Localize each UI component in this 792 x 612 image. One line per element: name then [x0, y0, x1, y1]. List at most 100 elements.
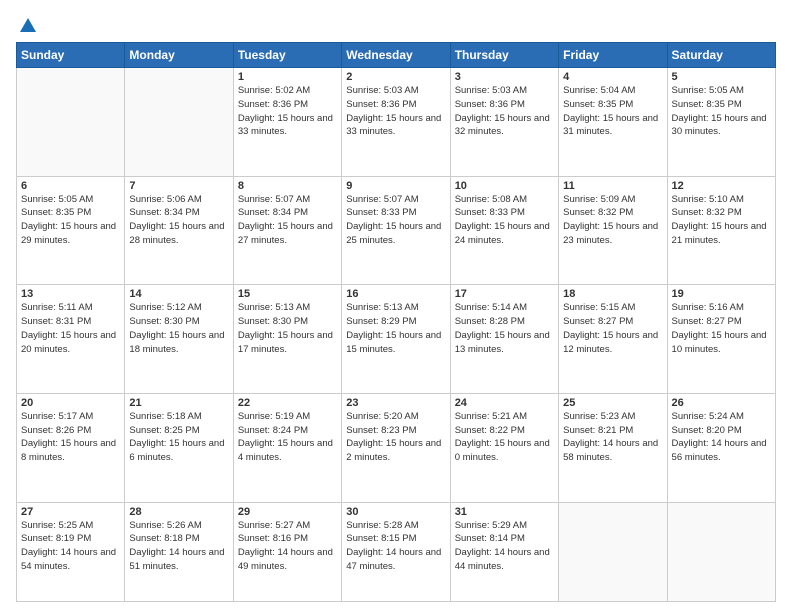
- calendar-cell: 22Sunrise: 5:19 AM Sunset: 8:24 PM Dayli…: [233, 393, 341, 502]
- calendar-cell: 29Sunrise: 5:27 AM Sunset: 8:16 PM Dayli…: [233, 502, 341, 602]
- day-number: 24: [455, 397, 554, 409]
- day-number: 7: [129, 180, 228, 192]
- day-number: 12: [672, 180, 771, 192]
- day-info: Sunrise: 5:02 AM Sunset: 8:36 PM Dayligh…: [238, 84, 337, 139]
- calendar-cell: 25Sunrise: 5:23 AM Sunset: 8:21 PM Dayli…: [559, 393, 667, 502]
- day-info: Sunrise: 5:21 AM Sunset: 8:22 PM Dayligh…: [455, 410, 554, 465]
- day-info: Sunrise: 5:24 AM Sunset: 8:20 PM Dayligh…: [672, 410, 771, 465]
- day-number: 22: [238, 397, 337, 409]
- calendar-week-row: 6Sunrise: 5:05 AM Sunset: 8:35 PM Daylig…: [17, 176, 776, 285]
- day-number: 18: [563, 288, 662, 300]
- day-info: Sunrise: 5:13 AM Sunset: 8:30 PM Dayligh…: [238, 301, 337, 356]
- day-info: Sunrise: 5:25 AM Sunset: 8:19 PM Dayligh…: [21, 519, 120, 574]
- calendar-cell: 10Sunrise: 5:08 AM Sunset: 8:33 PM Dayli…: [450, 176, 558, 285]
- day-number: 15: [238, 288, 337, 300]
- day-info: Sunrise: 5:06 AM Sunset: 8:34 PM Dayligh…: [129, 193, 228, 248]
- calendar-week-row: 13Sunrise: 5:11 AM Sunset: 8:31 PM Dayli…: [17, 285, 776, 394]
- calendar-cell: 17Sunrise: 5:14 AM Sunset: 8:28 PM Dayli…: [450, 285, 558, 394]
- day-number: 19: [672, 288, 771, 300]
- page: SundayMondayTuesdayWednesdayThursdayFrid…: [0, 0, 792, 612]
- calendar-cell: 1Sunrise: 5:02 AM Sunset: 8:36 PM Daylig…: [233, 68, 341, 177]
- day-number: 14: [129, 288, 228, 300]
- calendar-cell: 13Sunrise: 5:11 AM Sunset: 8:31 PM Dayli…: [17, 285, 125, 394]
- day-number: 17: [455, 288, 554, 300]
- day-number: 27: [21, 506, 120, 518]
- calendar-cell: 18Sunrise: 5:15 AM Sunset: 8:27 PM Dayli…: [559, 285, 667, 394]
- logo: [16, 16, 38, 36]
- day-info: Sunrise: 5:09 AM Sunset: 8:32 PM Dayligh…: [563, 193, 662, 248]
- day-info: Sunrise: 5:07 AM Sunset: 8:34 PM Dayligh…: [238, 193, 337, 248]
- calendar-cell: 9Sunrise: 5:07 AM Sunset: 8:33 PM Daylig…: [342, 176, 450, 285]
- day-info: Sunrise: 5:05 AM Sunset: 8:35 PM Dayligh…: [672, 84, 771, 139]
- day-info: Sunrise: 5:26 AM Sunset: 8:18 PM Dayligh…: [129, 519, 228, 574]
- day-number: 1: [238, 71, 337, 83]
- day-number: 21: [129, 397, 228, 409]
- day-number: 11: [563, 180, 662, 192]
- calendar-table: SundayMondayTuesdayWednesdayThursdayFrid…: [16, 42, 776, 602]
- day-number: 5: [672, 71, 771, 83]
- calendar-cell: 11Sunrise: 5:09 AM Sunset: 8:32 PM Dayli…: [559, 176, 667, 285]
- calendar-cell: 6Sunrise: 5:05 AM Sunset: 8:35 PM Daylig…: [17, 176, 125, 285]
- calendar-cell: 30Sunrise: 5:28 AM Sunset: 8:15 PM Dayli…: [342, 502, 450, 602]
- day-header-sunday: Sunday: [17, 43, 125, 68]
- day-number: 13: [21, 288, 120, 300]
- calendar-cell: 21Sunrise: 5:18 AM Sunset: 8:25 PM Dayli…: [125, 393, 233, 502]
- calendar-cell: 20Sunrise: 5:17 AM Sunset: 8:26 PM Dayli…: [17, 393, 125, 502]
- day-number: 8: [238, 180, 337, 192]
- day-number: 9: [346, 180, 445, 192]
- day-info: Sunrise: 5:15 AM Sunset: 8:27 PM Dayligh…: [563, 301, 662, 356]
- day-info: Sunrise: 5:19 AM Sunset: 8:24 PM Dayligh…: [238, 410, 337, 465]
- calendar-cell: 14Sunrise: 5:12 AM Sunset: 8:30 PM Dayli…: [125, 285, 233, 394]
- day-number: 6: [21, 180, 120, 192]
- calendar-cell: 26Sunrise: 5:24 AM Sunset: 8:20 PM Dayli…: [667, 393, 775, 502]
- day-info: Sunrise: 5:03 AM Sunset: 8:36 PM Dayligh…: [455, 84, 554, 139]
- day-number: 25: [563, 397, 662, 409]
- day-number: 4: [563, 71, 662, 83]
- day-info: Sunrise: 5:11 AM Sunset: 8:31 PM Dayligh…: [21, 301, 120, 356]
- day-header-wednesday: Wednesday: [342, 43, 450, 68]
- day-number: 28: [129, 506, 228, 518]
- day-number: 16: [346, 288, 445, 300]
- calendar-cell: 5Sunrise: 5:05 AM Sunset: 8:35 PM Daylig…: [667, 68, 775, 177]
- day-info: Sunrise: 5:05 AM Sunset: 8:35 PM Dayligh…: [21, 193, 120, 248]
- day-info: Sunrise: 5:29 AM Sunset: 8:14 PM Dayligh…: [455, 519, 554, 574]
- calendar-cell: 27Sunrise: 5:25 AM Sunset: 8:19 PM Dayli…: [17, 502, 125, 602]
- calendar-cell: [559, 502, 667, 602]
- day-info: Sunrise: 5:16 AM Sunset: 8:27 PM Dayligh…: [672, 301, 771, 356]
- day-info: Sunrise: 5:13 AM Sunset: 8:29 PM Dayligh…: [346, 301, 445, 356]
- calendar-cell: 19Sunrise: 5:16 AM Sunset: 8:27 PM Dayli…: [667, 285, 775, 394]
- calendar-cell: [667, 502, 775, 602]
- day-header-thursday: Thursday: [450, 43, 558, 68]
- day-info: Sunrise: 5:27 AM Sunset: 8:16 PM Dayligh…: [238, 519, 337, 574]
- day-info: Sunrise: 5:28 AM Sunset: 8:15 PM Dayligh…: [346, 519, 445, 574]
- calendar-cell: 4Sunrise: 5:04 AM Sunset: 8:35 PM Daylig…: [559, 68, 667, 177]
- calendar-cell: 16Sunrise: 5:13 AM Sunset: 8:29 PM Dayli…: [342, 285, 450, 394]
- day-info: Sunrise: 5:17 AM Sunset: 8:26 PM Dayligh…: [21, 410, 120, 465]
- logo-icon: [18, 16, 38, 36]
- day-number: 31: [455, 506, 554, 518]
- calendar-cell: 7Sunrise: 5:06 AM Sunset: 8:34 PM Daylig…: [125, 176, 233, 285]
- day-header-saturday: Saturday: [667, 43, 775, 68]
- calendar-cell: 2Sunrise: 5:03 AM Sunset: 8:36 PM Daylig…: [342, 68, 450, 177]
- calendar-week-row: 27Sunrise: 5:25 AM Sunset: 8:19 PM Dayli…: [17, 502, 776, 602]
- day-info: Sunrise: 5:18 AM Sunset: 8:25 PM Dayligh…: [129, 410, 228, 465]
- day-info: Sunrise: 5:08 AM Sunset: 8:33 PM Dayligh…: [455, 193, 554, 248]
- calendar-cell: [125, 68, 233, 177]
- calendar-cell: 31Sunrise: 5:29 AM Sunset: 8:14 PM Dayli…: [450, 502, 558, 602]
- day-info: Sunrise: 5:14 AM Sunset: 8:28 PM Dayligh…: [455, 301, 554, 356]
- day-number: 30: [346, 506, 445, 518]
- day-header-tuesday: Tuesday: [233, 43, 341, 68]
- calendar-cell: 28Sunrise: 5:26 AM Sunset: 8:18 PM Dayli…: [125, 502, 233, 602]
- calendar-cell: [17, 68, 125, 177]
- calendar-header-row: SundayMondayTuesdayWednesdayThursdayFrid…: [17, 43, 776, 68]
- calendar-cell: 15Sunrise: 5:13 AM Sunset: 8:30 PM Dayli…: [233, 285, 341, 394]
- day-info: Sunrise: 5:23 AM Sunset: 8:21 PM Dayligh…: [563, 410, 662, 465]
- header: [16, 12, 776, 36]
- day-number: 2: [346, 71, 445, 83]
- day-header-friday: Friday: [559, 43, 667, 68]
- day-info: Sunrise: 5:10 AM Sunset: 8:32 PM Dayligh…: [672, 193, 771, 248]
- calendar-cell: 3Sunrise: 5:03 AM Sunset: 8:36 PM Daylig…: [450, 68, 558, 177]
- day-info: Sunrise: 5:12 AM Sunset: 8:30 PM Dayligh…: [129, 301, 228, 356]
- day-header-monday: Monday: [125, 43, 233, 68]
- day-number: 20: [21, 397, 120, 409]
